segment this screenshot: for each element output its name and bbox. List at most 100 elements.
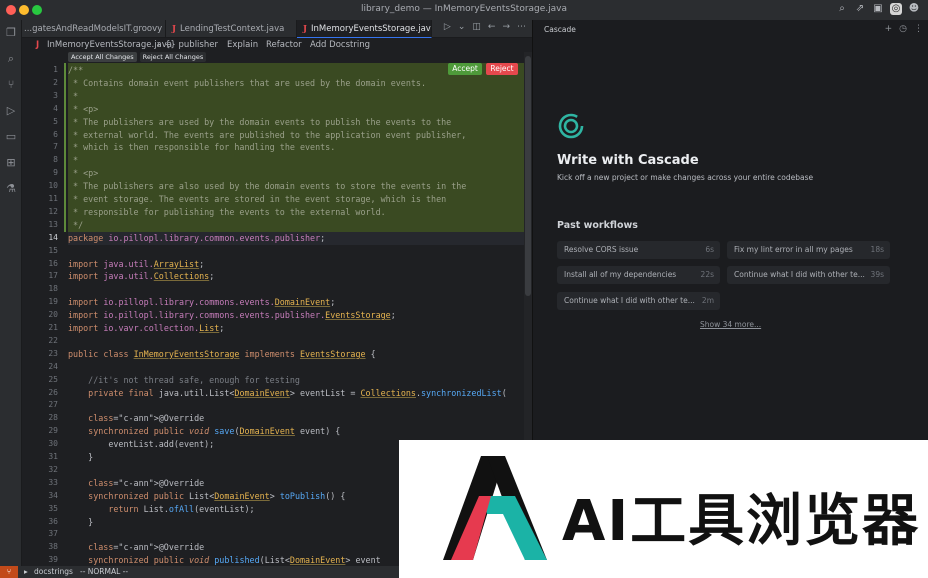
- java-file-icon: J: [303, 24, 308, 34]
- code-line[interactable]: import io.pillopl.library.commons.events…: [68, 296, 532, 309]
- code-line[interactable]: import io.vavr.collection.List;: [68, 322, 532, 335]
- plus-icon[interactable]: +: [885, 24, 893, 34]
- share-icon[interactable]: ⇗: [854, 3, 866, 15]
- code-line[interactable]: //it's not thread safe, enough for testi…: [68, 374, 532, 387]
- diff-toolbar: Accept All Changes Reject All Changes: [68, 52, 207, 63]
- extensions-icon[interactable]: ⊞: [5, 157, 17, 169]
- tab-lending-test-context[interactable]: J LendingTestContext.java: [166, 20, 297, 38]
- code-line[interactable]: *: [68, 154, 532, 167]
- line-number: 13: [48, 219, 58, 229]
- code-line[interactable]: [68, 335, 532, 348]
- accept-button[interactable]: Accept: [448, 63, 482, 75]
- history-icon[interactable]: ◷: [899, 24, 907, 34]
- code-line[interactable]: import java.util.ArrayList;: [68, 258, 532, 271]
- code-line[interactable]: package io.pillopl.library.common.events…: [68, 232, 532, 245]
- tab-groovy-test[interactable]: ...gatesAndReadModelsIT.groovy: [22, 20, 166, 38]
- breadcrumb-separator: ›: [157, 40, 161, 50]
- tab-label: LendingTestContext.java: [180, 24, 285, 34]
- workflow-item[interactable]: Continue what I did with other te... 39s: [727, 266, 890, 284]
- code-line[interactable]: * responsible for publishing the events …: [68, 206, 532, 219]
- line-number: 18: [48, 284, 58, 294]
- line-number: 33: [48, 477, 58, 487]
- code-line[interactable]: *: [68, 90, 532, 103]
- back-icon[interactable]: ←: [488, 22, 496, 32]
- code-line[interactable]: [68, 283, 532, 296]
- line-number: 23: [48, 348, 58, 358]
- code-line[interactable]: private final java.util.List<DomainEvent…: [68, 387, 532, 400]
- bracket-icon: ▸: [24, 567, 28, 576]
- show-more-link[interactable]: Show 34 more...: [700, 320, 761, 329]
- search-icon[interactable]: ⌕: [836, 3, 848, 15]
- code-line[interactable]: * event storage. The events are stored i…: [68, 193, 532, 206]
- line-number: 27: [48, 400, 58, 410]
- line-number: 36: [48, 516, 58, 526]
- workflow-time: 18s: [870, 245, 884, 254]
- avatar[interactable]: ☻: [908, 3, 920, 15]
- line-number: 17: [48, 271, 58, 281]
- code-line[interactable]: */: [68, 219, 532, 232]
- promo-banner: AI工具浏览器: [399, 440, 928, 578]
- code-line[interactable]: synchronized public void save(DomainEven…: [68, 425, 532, 438]
- reject-button[interactable]: Reject: [486, 63, 518, 75]
- tab-in-memory-events-storage[interactable]: J InMemoryEventsStorage.java: [297, 20, 432, 38]
- forward-icon[interactable]: →: [502, 22, 510, 32]
- workflow-item[interactable]: Continue what I did with other te... 2m: [557, 292, 720, 310]
- add-docstring-action[interactable]: Add Docstring: [310, 38, 370, 52]
- workflow-label: Continue what I did with other te...: [734, 270, 865, 279]
- testing-icon[interactable]: ⚗: [5, 183, 17, 195]
- run-debug-icon[interactable]: ▷: [5, 105, 17, 117]
- files-icon[interactable]: ❐: [5, 27, 17, 39]
- line-number: 6: [53, 129, 58, 139]
- search-icon[interactable]: ⌕: [5, 53, 17, 65]
- breadcrumb-file[interactable]: InMemoryEventsStorage.java: [47, 38, 172, 52]
- code-line[interactable]: import java.util.Collections;: [68, 270, 532, 283]
- more-icon[interactable]: ⋯: [517, 22, 526, 32]
- layout-icon[interactable]: ▣: [872, 3, 884, 15]
- code-line[interactable]: * <p>: [68, 167, 532, 180]
- title-bar: library_demo — InMemoryEventsStorage.jav…: [0, 0, 928, 20]
- breadcrumb-symbol[interactable]: {} publisher: [165, 38, 218, 52]
- code-line[interactable]: * external world. The events are publish…: [68, 129, 532, 142]
- source-control-icon[interactable]: ⑂: [5, 79, 17, 91]
- chevron-down-icon[interactable]: ⌄: [458, 22, 466, 32]
- line-number: 1: [53, 65, 58, 74]
- code-line[interactable]: * which is then responsible for handling…: [68, 141, 532, 154]
- line-number: 39: [48, 555, 58, 565]
- code-line[interactable]: * The publishers are used by the domain …: [68, 116, 532, 129]
- line-number: 24: [48, 361, 58, 371]
- line-number: 29: [48, 426, 58, 436]
- remote-indicator[interactable]: ⑂: [0, 566, 18, 578]
- workflow-item[interactable]: Install all of my dependencies 22s: [557, 266, 720, 284]
- code-line[interactable]: [68, 245, 532, 258]
- scrollbar-thumb[interactable]: [525, 56, 531, 296]
- code-line[interactable]: import io.pillopl.library.commons.events…: [68, 309, 532, 322]
- java-file-icon: J: [36, 40, 40, 50]
- split-editor-icon[interactable]: ◫: [472, 22, 481, 32]
- code-line[interactable]: public class InMemoryEventsStorage imple…: [68, 348, 532, 361]
- run-icon[interactable]: ▷: [444, 22, 451, 32]
- accept-all-changes-button[interactable]: Accept All Changes: [68, 52, 137, 62]
- code-line[interactable]: * The publishers are also used by the do…: [68, 180, 532, 193]
- workflow-item[interactable]: Fix my lint error in all my pages 18s: [727, 241, 890, 259]
- refactor-action[interactable]: Refactor: [266, 38, 302, 52]
- line-number: 34: [48, 490, 58, 500]
- code-line[interactable]: class="c-ann">@Override: [68, 412, 532, 425]
- line-number: 3: [53, 90, 58, 100]
- code-line[interactable]: [68, 361, 532, 374]
- cascade-toggle-icon[interactable]: ◎: [890, 3, 902, 15]
- workflow-item[interactable]: Resolve CORS issue 6s: [557, 241, 720, 259]
- code-line[interactable]: [68, 399, 532, 412]
- workflow-label: Continue what I did with other te...: [564, 296, 695, 305]
- explain-action[interactable]: Explain: [227, 38, 258, 52]
- remote-icon[interactable]: ▭: [5, 131, 17, 143]
- code-line[interactable]: * <p>: [68, 103, 532, 116]
- workflow-label: Fix my lint error in all my pages: [734, 245, 853, 254]
- reject-all-changes-button[interactable]: Reject All Changes: [139, 52, 207, 62]
- line-number: 16: [48, 258, 58, 268]
- status-file[interactable]: docstrings: [34, 566, 73, 578]
- code-line[interactable]: * Contains domain event publishers that …: [68, 77, 532, 90]
- more-icon[interactable]: ⋮: [914, 24, 923, 34]
- line-number: 15: [48, 245, 58, 255]
- line-number: 30: [48, 439, 58, 449]
- workflow-time: 22s: [700, 270, 714, 279]
